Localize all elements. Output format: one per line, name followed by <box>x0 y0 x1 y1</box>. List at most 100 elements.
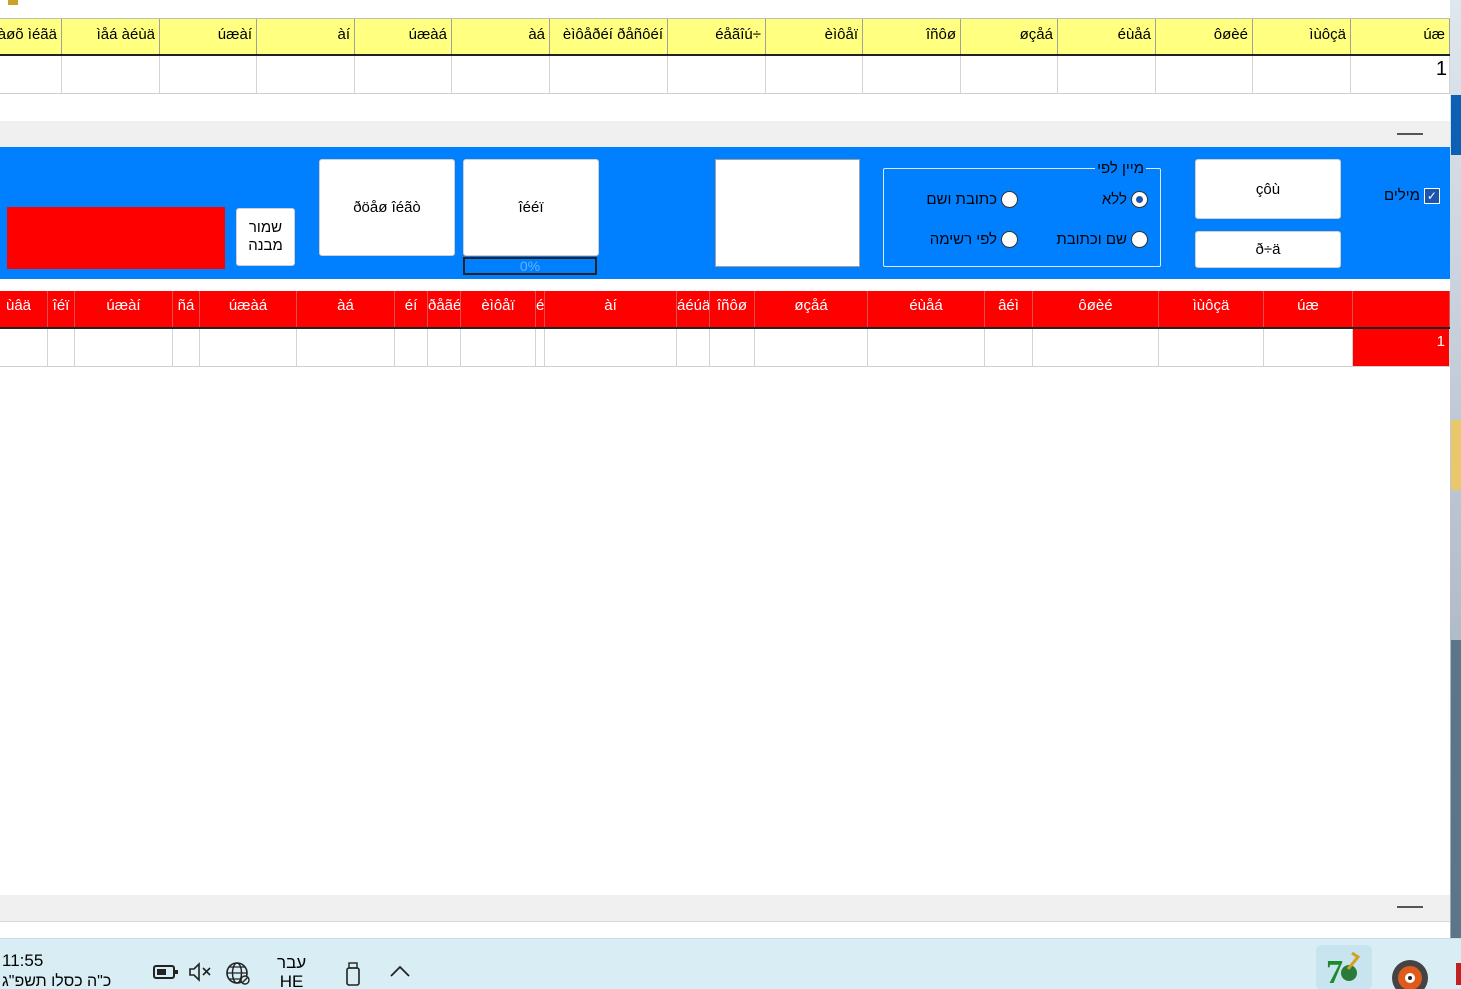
search-text-field[interactable] <box>715 159 860 267</box>
table-cell[interactable] <box>160 56 257 93</box>
table-cell[interactable] <box>48 329 75 366</box>
table-cell[interactable] <box>452 56 550 93</box>
column-header[interactable]: øçåá <box>755 291 868 327</box>
volume-muted-icon[interactable] <box>188 961 214 983</box>
table-cell[interactable] <box>257 56 355 93</box>
column-header[interactable]: éåãîú÷ <box>668 19 766 54</box>
bottom-splitter-bar[interactable] <box>0 895 1450 922</box>
table-cell[interactable] <box>0 329 48 366</box>
column-header[interactable]: ìùôçä <box>1253 19 1351 54</box>
save-layout-button[interactable]: שמור מבנה <box>236 208 295 266</box>
table-cell[interactable] <box>428 329 461 366</box>
column-header[interactable]: ùâä <box>0 291 48 327</box>
column-header[interactable]: ìùôçä <box>1159 291 1264 327</box>
pinned-app-media-icon[interactable] <box>1385 945 1435 989</box>
column-header[interactable]: úæ <box>1264 291 1353 327</box>
sort-button[interactable]: îééï <box>463 159 599 256</box>
column-header[interactable]: øçåá <box>961 19 1058 54</box>
splitter-bar[interactable] <box>0 121 1450 147</box>
collapse-icon[interactable] <box>1397 133 1423 135</box>
results-grid[interactable]: úæ ìùôçä ôøèé âéì éùåá øçåá îñôø áéúä àí… <box>0 291 1450 367</box>
table-cell[interactable] <box>1264 329 1353 366</box>
table-cell[interactable] <box>545 329 677 366</box>
collapse-icon[interactable] <box>1397 906 1423 908</box>
radio-address-name[interactable]: כתובת ושם <box>926 191 1018 208</box>
column-header[interactable]: éùåá <box>868 291 985 327</box>
table-cell[interactable] <box>1159 329 1264 366</box>
column-header[interactable]: úæ <box>1351 19 1450 54</box>
table-row[interactable]: 1 <box>0 329 1450 367</box>
column-header[interactable]: éùåá <box>1058 19 1156 54</box>
table-cell[interactable] <box>200 329 297 366</box>
table-cell[interactable] <box>395 329 428 366</box>
table-cell[interactable] <box>62 56 160 93</box>
column-header[interactable]: âéì <box>985 291 1033 327</box>
column-header[interactable]: é <box>536 291 545 327</box>
table-cell[interactable] <box>868 329 985 366</box>
radio-empty-icon[interactable] <box>1131 231 1148 248</box>
column-header[interactable]: ñá <box>173 291 200 327</box>
column-header[interactable]: èìôåï <box>461 291 536 327</box>
usb-drive-icon[interactable] <box>342 961 364 987</box>
contacts-grid[interactable]: úæ ìùôçä ôøèé éùåá øçåá îñôø èìôåï éåãîú… <box>0 18 1450 94</box>
column-header[interactable]: îñôø <box>710 291 755 327</box>
column-header[interactable]: úæàá <box>200 291 297 327</box>
table-cell[interactable] <box>75 329 173 366</box>
radio-empty-icon[interactable] <box>1001 191 1018 208</box>
chevron-up-icon[interactable] <box>388 963 412 981</box>
table-cell[interactable] <box>461 329 536 366</box>
column-header[interactable]: éí <box>395 291 428 327</box>
column-header[interactable]: ôøèé <box>1033 291 1159 327</box>
radio-empty-icon[interactable] <box>1001 231 1018 248</box>
column-header[interactable]: ôøèé <box>1156 19 1253 54</box>
export-button[interactable]: ðöåø îéãò <box>319 159 455 256</box>
clock-date[interactable]: כ"ה כסלו תשפ"ג <box>2 973 132 989</box>
table-cell[interactable] <box>297 329 395 366</box>
column-header[interactable]: ðåãéò <box>428 291 461 327</box>
table-cell[interactable] <box>961 56 1058 93</box>
table-cell[interactable] <box>0 56 62 93</box>
table-cell[interactable] <box>677 329 710 366</box>
column-header[interactable]: úæàí <box>160 19 257 54</box>
table-cell[interactable] <box>710 329 755 366</box>
column-header[interactable]: àá <box>297 291 395 327</box>
column-header[interactable] <box>1353 291 1450 327</box>
table-cell[interactable] <box>1058 56 1156 93</box>
table-cell[interactable] <box>355 56 452 93</box>
table-cell[interactable] <box>668 56 766 93</box>
column-header[interactable]: àí <box>257 19 355 54</box>
column-header[interactable]: úæàá <box>355 19 452 54</box>
column-header[interactable]: ìåá àéùä <box>62 19 160 54</box>
clear-button[interactable]: ð÷ä <box>1195 231 1341 268</box>
network-globe-icon[interactable] <box>225 960 251 986</box>
table-cell[interactable]: 1 <box>1353 329 1450 366</box>
table-cell[interactable] <box>1253 56 1351 93</box>
battery-icon[interactable] <box>153 963 179 981</box>
table-cell[interactable] <box>173 329 200 366</box>
table-cell[interactable] <box>755 329 868 366</box>
table-cell[interactable] <box>1033 329 1159 366</box>
column-header[interactable]: àøõ ìéãä <box>0 19 62 54</box>
column-header[interactable]: úæàí <box>75 291 173 327</box>
table-cell[interactable] <box>550 56 668 93</box>
table-cell[interactable] <box>766 56 863 93</box>
table-cell[interactable] <box>863 56 961 93</box>
table-row[interactable]: 1 <box>0 56 1450 94</box>
words-checkbox[interactable]: מילים ✓ <box>1384 187 1440 204</box>
table-cell[interactable] <box>1156 56 1253 93</box>
column-header[interactable]: îéï <box>48 291 75 327</box>
pinned-app-7zip-icon[interactable]: 7 <box>1316 945 1372 989</box>
table-cell[interactable] <box>536 329 545 366</box>
column-header[interactable]: àí <box>545 291 677 327</box>
column-header[interactable]: èìôåðéí ðåñôéí <box>550 19 668 54</box>
column-header[interactable]: àá <box>452 19 550 54</box>
radio-selected-icon[interactable] <box>1131 191 1148 208</box>
radio-name-address[interactable]: שם וכתובת <box>1056 231 1148 248</box>
checkmark-icon[interactable]: ✓ <box>1423 187 1440 204</box>
search-button[interactable]: çôù <box>1195 159 1341 219</box>
table-cell[interactable] <box>985 329 1033 366</box>
clock-time[interactable]: 11:55 <box>2 951 43 971</box>
radio-by-list[interactable]: לפי רשימה <box>930 231 1018 248</box>
column-header[interactable]: îñôø <box>863 19 961 54</box>
column-header[interactable]: èìôåï <box>766 19 863 54</box>
